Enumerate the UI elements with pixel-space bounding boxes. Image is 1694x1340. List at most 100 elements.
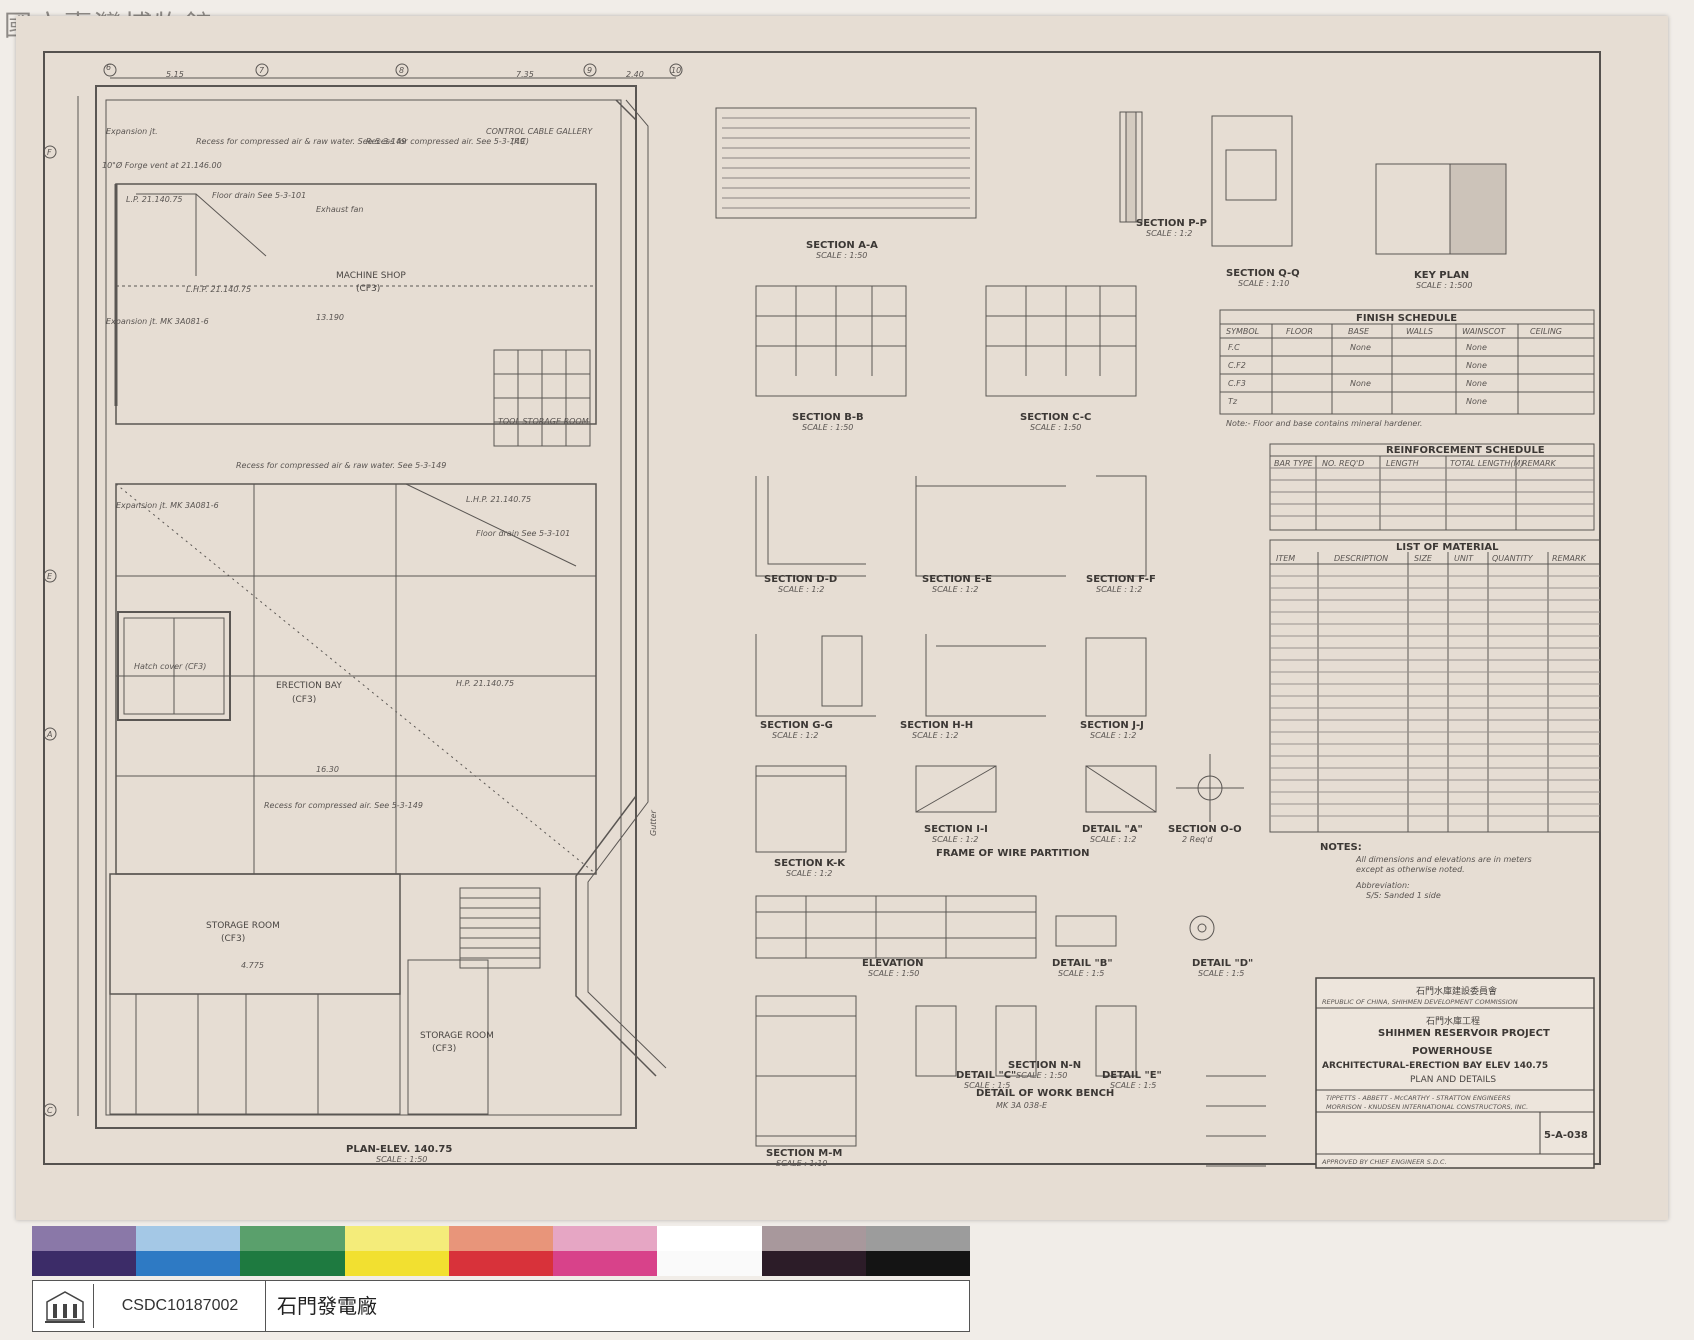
- row-label: C: [47, 1106, 53, 1115]
- expansion-note: Expansion jt. MK 3A081-6: [106, 317, 209, 326]
- section-scale: SCALE : 1:2: [786, 869, 832, 878]
- row-label: E: [47, 572, 53, 581]
- floor-drain-note: Floor drain See 5-3-101: [476, 529, 570, 538]
- title-building: POWERHOUSE: [1412, 1046, 1493, 1057]
- section-title: DETAIL "B": [1052, 958, 1113, 969]
- section-scale: SCALE : 1:2: [772, 731, 818, 740]
- section-title: DETAIL "C": [956, 1070, 1016, 1081]
- material-list: LIST OF MATERIAL ITEM DESCRIPTION SIZE U…: [1269, 539, 1601, 833]
- blueprint-sheet: 5.15 7.35 2.40 6 7 8 9 10 F E A C CONTRO…: [16, 16, 1668, 1220]
- section-title: DETAIL "E": [1102, 1070, 1162, 1081]
- finish-header: WAINSCOT: [1462, 327, 1506, 336]
- title-firm2: MORRISON - KNUDSEN INTERNATIONAL CONSTRU…: [1326, 1103, 1528, 1111]
- lhp-note: L.H.P. 21.140.75: [466, 495, 531, 504]
- calibration-swatch: [553, 1251, 658, 1276]
- finish-cell: None: [1350, 343, 1371, 352]
- material-header: UNIT: [1454, 554, 1474, 563]
- section-scale: SCALE : 1:10: [776, 1159, 827, 1168]
- calibration-swatch: [865, 1226, 970, 1251]
- gutter-label: Gutter: [649, 810, 658, 836]
- section-scale: SCALE : 1:50: [816, 251, 867, 260]
- section-scale: SCALE : 1:2: [1146, 229, 1192, 238]
- grid-label: 8: [399, 66, 404, 75]
- reinforcement-header: TOTAL LENGTH(M): [1450, 459, 1524, 468]
- calibration-swatch: [553, 1226, 658, 1251]
- section-scale: SCALE : 1:50: [1030, 423, 1081, 432]
- section-title: SECTION H-H: [900, 720, 973, 731]
- calibration-swatch: [448, 1251, 554, 1276]
- machine-shop-cf: (CF3): [356, 284, 380, 294]
- title-zh1: 石門水庫建設委員會: [1416, 985, 1497, 997]
- section-scale: SCALE : 1:2: [932, 585, 978, 594]
- lhp-note: L.H.P. 21.140.75: [186, 285, 251, 294]
- finish-cell: None: [1350, 379, 1371, 388]
- section-scale: SCALE : 1:2: [778, 585, 824, 594]
- section-scale: SCALE : 1:2: [1096, 585, 1142, 594]
- finish-header: WALLS: [1406, 327, 1433, 336]
- title-drawing: ARCHITECTURAL-ERECTION BAY ELEV 140.75: [1322, 1061, 1548, 1071]
- dim-label: 7.35: [516, 70, 534, 79]
- section-scale: SCALE : 1:500: [1416, 281, 1472, 290]
- row-label: F: [47, 148, 52, 157]
- record-code: CSDC10187002: [95, 1281, 266, 1331]
- section-scale: 2 Req'd: [1182, 835, 1213, 844]
- section-scale: SCALE : 1:2: [912, 731, 958, 740]
- section-title: SECTION Q-Q: [1226, 268, 1300, 279]
- section-title: SECTION N-N: [1008, 1060, 1081, 1071]
- section-title: SECTION A-A: [806, 240, 878, 251]
- section-scale: SCALE : 1:50: [1016, 1071, 1067, 1080]
- notes-title: NOTES:: [1320, 842, 1362, 853]
- plan-scale: SCALE : 1:50: [376, 1155, 427, 1164]
- title-approved: APPROVED BY CHIEF ENGINEER S.D.C.: [1321, 1158, 1447, 1166]
- section-scale: SCALE : 1:5: [1198, 969, 1244, 978]
- section-scale: SCALE : 1:5: [1058, 969, 1104, 978]
- reinforcement-header: REMARK: [1522, 459, 1557, 468]
- finish-cell: None: [1466, 343, 1487, 352]
- title-sub: PLAN AND DETAILS: [1410, 1075, 1496, 1085]
- calibration-swatch: [344, 1251, 449, 1276]
- finish-header: BASE: [1348, 327, 1370, 336]
- calibration-swatch: [865, 1251, 970, 1276]
- notes-abbr-title: Abbreviation:: [1355, 881, 1410, 890]
- tool-storage-label: TOOL STORAGE ROOM: [498, 417, 589, 426]
- exhaust-note: Exhaust fan: [316, 205, 363, 214]
- section-scale: SCALE : 1:2: [932, 835, 978, 844]
- notes-line: All dimensions and elevations are in met…: [1355, 855, 1532, 864]
- calibration-swatch: [240, 1226, 345, 1251]
- title-commission: REPUBLIC OF CHINA, SHIHMEN DEVELOPMENT C…: [1322, 998, 1518, 1006]
- calibration-swatch: [344, 1226, 449, 1251]
- forge-vent-note: 10"Ø Forge vent at 21.146.00: [102, 160, 222, 170]
- material-header: SIZE: [1414, 554, 1433, 563]
- notes-abbr: S/S: Sanded 1 side: [1366, 891, 1441, 900]
- blueprint-drawing: 5.15 7.35 2.40 6 7 8 9 10 F E A C CONTRO…: [43, 51, 1601, 1169]
- floor-drain-note: Floor drain See 5-3-101: [212, 191, 306, 200]
- title-number: 5-A-038: [1544, 1130, 1588, 1141]
- section-title: SECTION O-O: [1168, 824, 1242, 835]
- hatch-cover-label: Hatch cover (CF3): [134, 662, 206, 671]
- plan-title: PLAN-ELEV. 140.75: [346, 1144, 452, 1155]
- section-scale: SCALE : 1:2: [1090, 731, 1136, 740]
- grid-label: 6: [106, 63, 111, 72]
- section-title: SECTION J-J: [1080, 720, 1144, 731]
- section-scale: SCALE : 1:10: [1238, 279, 1289, 288]
- finish-schedule: FINISH SCHEDULE SYMBOL FLOOR BASE WALLS …: [1219, 309, 1595, 428]
- work-bench-mk: MK 3A 038-E: [996, 1101, 1048, 1110]
- record-info-bar: CSDC10187002 石門發電廠: [32, 1280, 970, 1332]
- title-zh2: 石門水庫工程: [1426, 1015, 1480, 1027]
- plan-labels: 5.15 7.35 2.40 6 7 8 9 10 F E A C CONTRO…: [46, 63, 681, 1164]
- material-list-title: LIST OF MATERIAL: [1396, 542, 1499, 553]
- calibration-swatch: [761, 1226, 866, 1251]
- dim-label: 5.15: [166, 70, 184, 79]
- frame-of-wire-title: FRAME OF WIRE PARTITION: [936, 848, 1089, 859]
- grid-label: 10: [671, 66, 681, 75]
- calibration-swatch: [136, 1251, 241, 1276]
- recess-note: Recess for compressed air & raw water. S…: [236, 461, 446, 470]
- color-calibration-bar: [32, 1226, 970, 1276]
- title-block: 石門水庫建設委員會 REPUBLIC OF CHINA, SHIHMEN DEV…: [1315, 977, 1595, 1169]
- dim-label: 2.40: [626, 70, 644, 79]
- material-header: REMARK: [1552, 554, 1587, 563]
- reinforcement-schedule: REINFORCEMENT SCHEDULE BAR TYPE NO. REQ'…: [1269, 443, 1595, 531]
- expansion-note: Expansion jt. MK 3A081-6: [116, 501, 219, 510]
- calibration-swatch: [136, 1226, 241, 1251]
- museum-logo-icon: [37, 1284, 94, 1328]
